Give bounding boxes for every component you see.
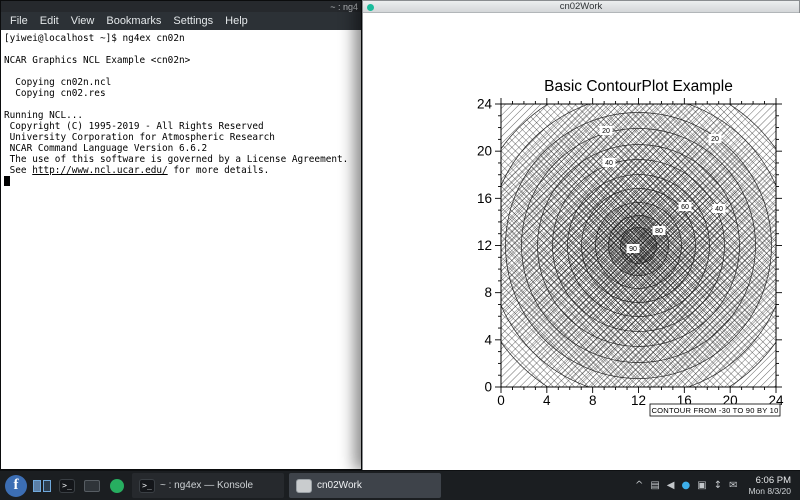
contour-plot-figure: Basic ContourPlot Example bbox=[363, 13, 800, 470]
desktop: ~ : ng4 File Edit View Bookmarks Setting… bbox=[0, 0, 800, 500]
y-tick-label: 24 bbox=[477, 97, 493, 112]
contour-label: 40 bbox=[715, 206, 723, 213]
link-prefix: See bbox=[4, 165, 32, 176]
updates-icon[interactable]: ↕ bbox=[714, 480, 722, 491]
cn02work-titlebar[interactable]: cn02Work bbox=[363, 1, 799, 13]
konsole-title: ~ : ng4 bbox=[330, 2, 358, 12]
cn02work-title: cn02Work bbox=[560, 1, 603, 12]
terminal-line bbox=[4, 99, 359, 110]
app-launcher-icon[interactable]: f bbox=[5, 475, 27, 497]
volume-icon[interactable]: ◀ bbox=[667, 480, 675, 491]
mail-icon[interactable]: ✉ bbox=[729, 480, 737, 491]
menu-file[interactable]: File bbox=[4, 13, 34, 29]
terminal-icon: >_ bbox=[59, 479, 75, 493]
terminal-line: Copyright (C) 1995-2019 - All Rights Res… bbox=[4, 121, 359, 132]
terminal-line: NCAR Command Language Version 6.6.2 bbox=[4, 143, 359, 154]
green-circle-icon bbox=[110, 479, 124, 493]
contour-label: 80 bbox=[655, 228, 663, 235]
x-tick-label: 4 bbox=[543, 393, 551, 408]
konsole-menubar: File Edit View Bookmarks Settings Help bbox=[1, 12, 361, 30]
notifications-icon[interactable]: ▣ bbox=[697, 480, 706, 491]
link-suffix: for more details. bbox=[168, 165, 270, 176]
menu-help[interactable]: Help bbox=[219, 13, 254, 29]
y-tick-label: 12 bbox=[477, 238, 492, 253]
monitor-icon bbox=[84, 480, 100, 492]
desktop-2-thumbnail[interactable] bbox=[43, 480, 51, 492]
green-app-icon[interactable] bbox=[107, 476, 127, 496]
konsole-launcher-icon[interactable]: >_ bbox=[57, 476, 77, 496]
menu-view[interactable]: View bbox=[65, 13, 101, 29]
cn02work-task-icon bbox=[296, 479, 312, 493]
clock-time: 6:06 PM bbox=[748, 476, 791, 486]
terminal-output[interactable]: [yiwei@localhost ~]$ ng4ex cn02n NCAR Gr… bbox=[1, 30, 361, 469]
taskbar-task-cn02work[interactable]: cn02Work bbox=[289, 473, 441, 498]
y-tick-label: 16 bbox=[477, 191, 492, 206]
window-icon[interactable] bbox=[367, 4, 374, 11]
y-axis-labels: 24 20 16 12 8 4 0 bbox=[477, 97, 493, 395]
konsole-task-icon: >_ bbox=[139, 479, 155, 493]
konsole-titlebar[interactable]: ~ : ng4 bbox=[1, 1, 361, 12]
contour-label: 20 bbox=[602, 128, 610, 135]
menu-edit[interactable]: Edit bbox=[34, 13, 65, 29]
plot-title: Basic ContourPlot Example bbox=[544, 78, 733, 95]
terminal-line: [yiwei@localhost ~]$ ng4ex cn02n bbox=[4, 33, 359, 44]
terminal-cursor-line bbox=[4, 176, 359, 187]
terminal-line: The use of this software is governed by … bbox=[4, 154, 359, 165]
contour-caption: CONTOUR FROM -30 TO 90 BY 10 bbox=[650, 404, 780, 416]
terminal-cursor bbox=[4, 176, 10, 186]
taskbar-task-konsole[interactable]: >_ ~ : ng4ex — Konsole bbox=[132, 473, 284, 498]
contour-label: 40 bbox=[605, 160, 613, 167]
caption-text: CONTOUR FROM -30 TO 90 BY 10 bbox=[652, 406, 779, 415]
window-cn02work: cn02Work bbox=[362, 0, 800, 470]
desktop-1-thumbnail[interactable] bbox=[33, 480, 41, 492]
taskbar: f >_ >_ ~ : ng4ex — Konsole cn02Work ^ ▤… bbox=[0, 470, 800, 500]
clock[interactable]: 6:06 PM Mon 8/3/20 bbox=[748, 476, 795, 496]
contour-label: 20 bbox=[711, 136, 719, 143]
terminal-line bbox=[4, 66, 359, 77]
ncl-graphics-canvas: Basic ContourPlot Example bbox=[363, 13, 800, 470]
terminal-line bbox=[4, 44, 359, 55]
terminal-line: Copying cn02.res bbox=[4, 88, 359, 99]
x-tick-label: 8 bbox=[589, 393, 597, 408]
clock-date: Mon 8/3/20 bbox=[748, 486, 791, 496]
y-tick-label: 20 bbox=[477, 144, 492, 159]
y-tick-label: 0 bbox=[484, 380, 492, 395]
contour-label: 60 bbox=[681, 204, 689, 211]
launcher-glyph: f bbox=[14, 477, 19, 494]
menu-settings[interactable]: Settings bbox=[167, 13, 219, 29]
terminal-line-link: See http://www.ncl.ucar.edu/ for more de… bbox=[4, 165, 359, 176]
virtual-desktop-pager[interactable] bbox=[32, 476, 52, 496]
task-label-konsole: ~ : ng4ex — Konsole bbox=[160, 480, 253, 491]
x-tick-label: 0 bbox=[497, 393, 505, 408]
window-konsole: ~ : ng4 File Edit View Bookmarks Setting… bbox=[0, 0, 362, 470]
terminal-line: Copying cn02n.ncl bbox=[4, 77, 359, 88]
terminal-line: University Corporation for Atmospheric R… bbox=[4, 132, 359, 143]
y-tick-label: 4 bbox=[484, 332, 492, 347]
x-tick-label: 12 bbox=[631, 393, 646, 408]
ncl-url-link[interactable]: http://www.ncl.ucar.edu/ bbox=[32, 165, 167, 176]
terminal-line: Running NCL... bbox=[4, 110, 359, 121]
system-tray: ^ ▤ ◀ ● ▣ ↕ ✉ bbox=[635, 480, 744, 491]
tray-expand-icon[interactable]: ^ bbox=[635, 480, 643, 491]
contour-label: 90 bbox=[629, 246, 637, 253]
system-monitor-icon[interactable] bbox=[82, 476, 102, 496]
menu-bookmarks[interactable]: Bookmarks bbox=[100, 13, 167, 29]
y-tick-label: 8 bbox=[484, 285, 492, 300]
clipboard-icon[interactable]: ▤ bbox=[650, 480, 659, 491]
terminal-line: NCAR Graphics NCL Example <cn02n> bbox=[4, 55, 359, 66]
network-icon[interactable]: ● bbox=[682, 480, 691, 491]
task-label-cn02work: cn02Work bbox=[317, 480, 362, 491]
